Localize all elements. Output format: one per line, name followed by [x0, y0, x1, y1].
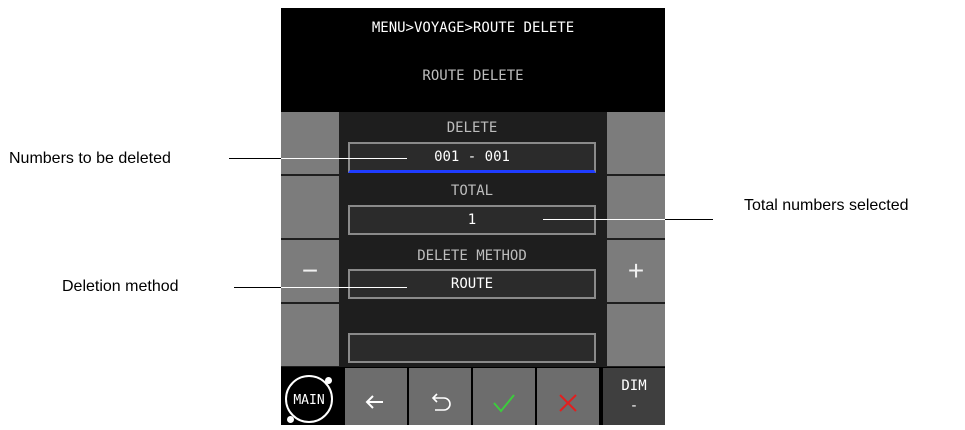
total-field: 1 [348, 205, 596, 235]
annotation-total-selected: Total numbers selected [744, 197, 909, 214]
delete-label: DELETE [446, 120, 498, 136]
minus-icon: − [301, 255, 319, 286]
breadcrumb: MENU>VOYAGE>ROUTE DELETE [371, 20, 575, 36]
empty-field [348, 333, 596, 363]
page-title: ROUTE DELETE [422, 68, 524, 84]
arrow-left-icon [365, 395, 383, 409]
device-screen: MENU>VOYAGE>ROUTE DELETE ROUTE DELETE − … [281, 8, 665, 425]
right-softkey-4[interactable] [607, 304, 665, 366]
delete-method-label: DELETE METHOD [417, 248, 527, 264]
dim-sub-label: - [629, 398, 639, 414]
bottom-toolbar: MAIN DIM - [281, 368, 665, 425]
right-softkey-2[interactable] [607, 176, 665, 238]
main-dot-top [325, 377, 332, 384]
total-label: TOTAL [450, 183, 494, 199]
main-button-area: MAIN [281, 368, 343, 425]
delete-method-value: ROUTE [450, 276, 494, 292]
left-softkey-1[interactable] [281, 112, 339, 174]
cancel-button[interactable] [537, 368, 599, 425]
confirm-button[interactable] [473, 368, 535, 425]
callout-line-total [665, 219, 713, 220]
annotation-delete-numbers: Numbers to be deleted [9, 150, 171, 167]
delete-method-field[interactable]: ROUTE [348, 269, 596, 299]
callout-line-total-inner [543, 219, 665, 220]
dim-label: DIM [621, 378, 647, 394]
callout-line-delete [229, 158, 281, 159]
x-icon [559, 394, 577, 412]
left-softkey-4[interactable] [281, 304, 339, 366]
dim-button[interactable]: DIM - [603, 368, 665, 425]
callout-line-delete-inner [281, 158, 407, 159]
undo-icon [431, 393, 451, 411]
main-dot-bottom [287, 416, 294, 423]
minus-button[interactable]: − [281, 240, 339, 302]
back-button[interactable] [345, 368, 407, 425]
callout-line-method [234, 287, 281, 288]
left-softkey-2[interactable] [281, 176, 339, 238]
callout-line-method-inner [281, 287, 407, 288]
total-value: 1 [467, 212, 477, 228]
delete-range-value: 001 - 001 [434, 149, 510, 165]
checkmark-icon [493, 394, 515, 413]
undo-button[interactable] [409, 368, 471, 425]
right-softkey-1[interactable] [607, 112, 665, 174]
plus-icon: + [627, 255, 645, 286]
plus-button[interactable]: + [607, 240, 665, 302]
annotation-deletion-method: Deletion method [62, 278, 179, 295]
